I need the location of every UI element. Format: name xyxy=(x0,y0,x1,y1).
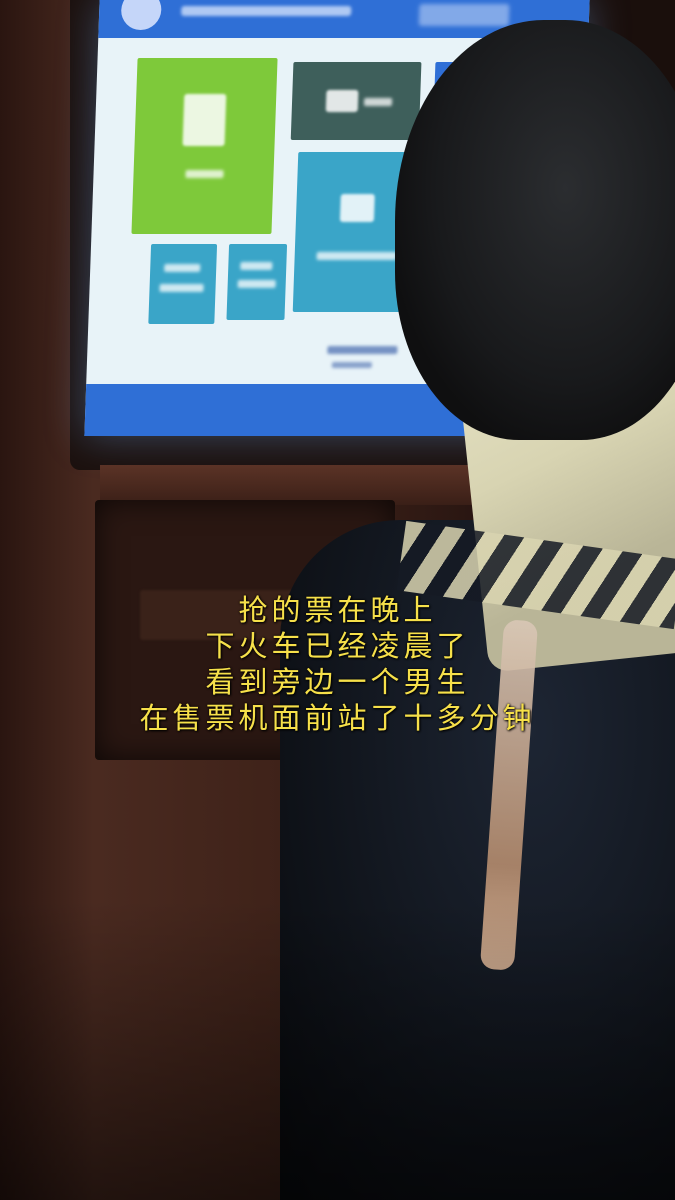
caption-line-1: 抢的票在晚上 xyxy=(238,593,437,627)
screen-datetime-blurred xyxy=(418,4,510,26)
railway-logo-icon xyxy=(120,0,162,30)
person-head xyxy=(395,20,675,440)
tile-buy-ticket[interactable] xyxy=(131,58,278,234)
id-card-icon xyxy=(339,194,375,222)
tile-small-right[interactable] xyxy=(226,244,288,320)
screen-title-blurred xyxy=(181,6,352,16)
caption-line-4: 在售票机面前站了十多分钟 xyxy=(139,701,536,735)
machine-ledge xyxy=(100,465,490,505)
caption-line-2: 下火车已经凌晨了 xyxy=(205,629,470,663)
ticket-icon xyxy=(325,90,359,112)
tile-collect-ticket[interactable] xyxy=(290,62,422,140)
train-icon xyxy=(182,94,227,146)
floor-shadow xyxy=(0,900,675,1200)
tile-small-left[interactable] xyxy=(148,244,218,324)
subtitle-caption: 抢的票在晚上 下火车已经凌晨了 看到旁边一个男生 在售票机面前站了十多分钟 xyxy=(0,592,675,736)
caption-line-3: 看到旁边一个男生 xyxy=(205,665,470,699)
